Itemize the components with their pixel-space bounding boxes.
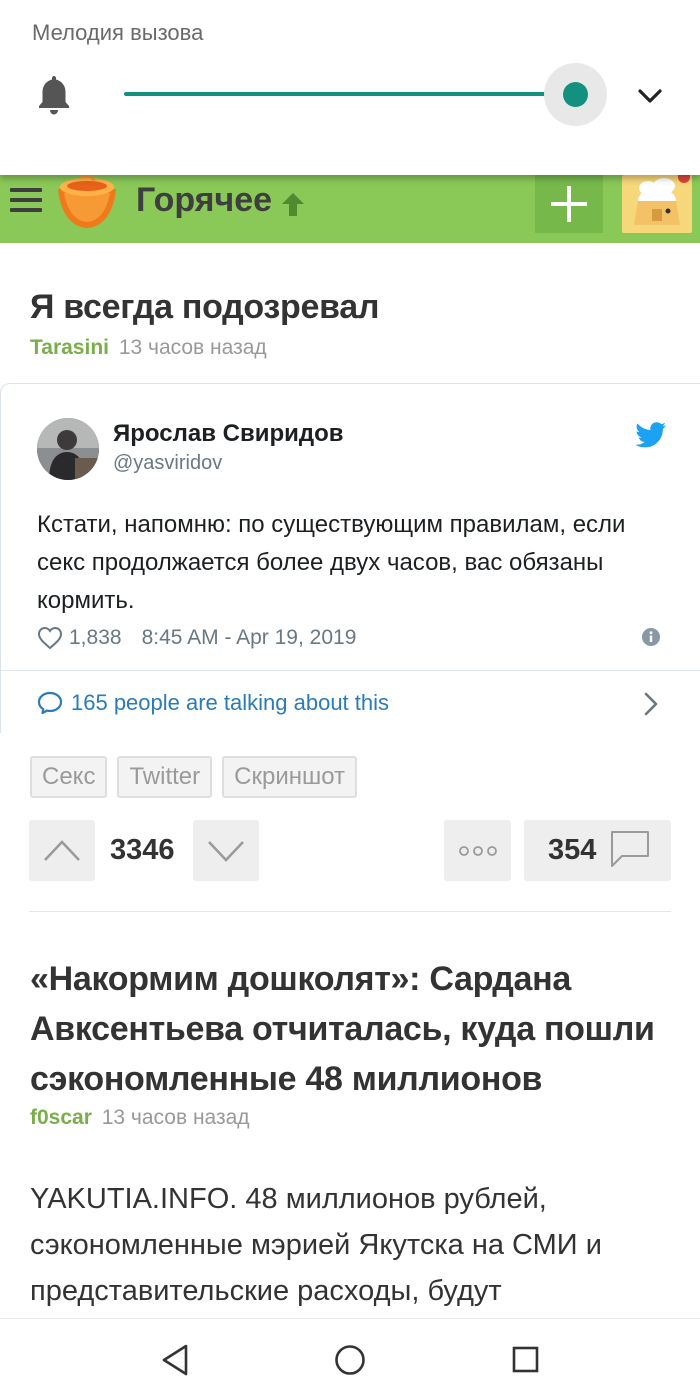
volume-slider-track[interactable] [124, 92, 576, 96]
up-arrow-icon [282, 193, 304, 216]
volume-panel: Мелодия вызова [0, 0, 700, 175]
tag[interactable]: Twitter [117, 756, 213, 798]
upvote-button[interactable] [29, 820, 95, 881]
tweet-divider [1, 670, 700, 671]
post-meta: f0scar 13 часов назад [30, 1106, 250, 1130]
post-title[interactable]: «Накормим дошколят»: Сардана Авксентьева… [30, 954, 680, 1104]
section-title: Горячее [136, 181, 273, 219]
chevron-down-icon [208, 841, 244, 862]
add-post-button[interactable] [535, 175, 603, 233]
heart-icon[interactable] [37, 626, 63, 650]
logo-icon[interactable] [54, 175, 120, 231]
tag[interactable]: Скриншот [222, 756, 358, 798]
twitter-bird-icon[interactable] [635, 422, 667, 448]
post-author[interactable]: f0scar [30, 1106, 92, 1129]
recents-icon[interactable] [512, 1346, 539, 1373]
home-icon[interactable] [334, 1344, 366, 1376]
tweet-discussion-text: 165 people are talking about this [71, 690, 390, 715]
post-divider [29, 911, 671, 912]
tweet-meta: 1,838 8:45 AM - Apr 19, 2019 [37, 623, 356, 653]
tweet-discussion-link[interactable]: 165 people are talking about this [37, 690, 389, 716]
bell-icon[interactable] [36, 74, 72, 116]
speech-bubble-icon [37, 691, 63, 715]
tweet-likes[interactable]: 1,838 [69, 626, 122, 650]
chevron-right-icon[interactable] [641, 690, 661, 718]
system-nav-bar [0, 1318, 700, 1400]
volume-title: Мелодия вызова [32, 20, 204, 45]
plus-icon [551, 186, 587, 222]
embedded-tweet[interactable]: Ярослав Свиридов @yasviridov Кстати, нап… [0, 383, 700, 733]
post-time: 13 часов назад [118, 336, 267, 359]
post-tags: Секс Twitter Скриншот [30, 756, 358, 798]
tweet-timestamp[interactable]: 8:45 AM - Apr 19, 2019 [142, 626, 357, 650]
comments-button[interactable]: 354 [524, 820, 671, 881]
downvote-button[interactable] [193, 820, 259, 881]
comment-icon [611, 831, 649, 867]
chevron-up-icon [44, 840, 80, 861]
tweet-avatar[interactable] [37, 418, 99, 480]
more-options-button[interactable] [444, 820, 511, 881]
post-title[interactable]: Я всегда подозревал [30, 288, 379, 327]
back-icon[interactable] [160, 1343, 190, 1377]
post-body: YAKUTIA.INFO. 48 миллионов рублей, сэкон… [30, 1183, 602, 1307]
tweet-author-handle[interactable]: @yasviridov [113, 452, 222, 475]
menu-icon[interactable] [10, 188, 42, 214]
tweet-text: Кстати, напомню: по существующим правила… [37, 511, 626, 614]
post-rating: 3346 [110, 834, 175, 866]
post-author[interactable]: Tarasini [30, 336, 109, 359]
chevron-down-icon[interactable] [636, 82, 664, 110]
comments-count: 354 [548, 834, 597, 866]
tag[interactable]: Секс [30, 756, 108, 798]
post-time: 13 часов назад [101, 1106, 250, 1129]
more-dots-icon [459, 846, 497, 856]
post-meta: Tarasini 13 часов назад [30, 336, 267, 360]
info-icon[interactable] [641, 627, 661, 647]
user-avatar[interactable] [622, 175, 692, 233]
tweet-author-name[interactable]: Ярослав Свиридов [113, 420, 344, 448]
volume-slider-thumb[interactable] [563, 82, 588, 107]
app-header: Горячее [0, 175, 700, 243]
